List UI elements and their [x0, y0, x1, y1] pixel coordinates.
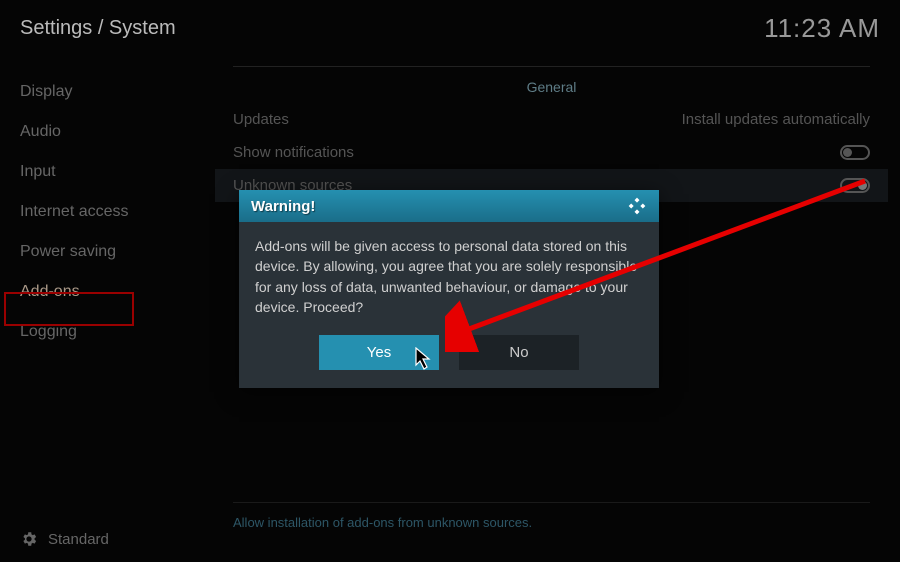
sidebar-item-label: Logging	[20, 323, 77, 340]
sidebar-item-internet-access[interactable]: Internet access	[0, 192, 215, 232]
setting-label: Show notifications	[233, 144, 354, 161]
sidebar-item-label: Add-ons	[20, 283, 80, 300]
setting-value: Install updates automatically	[682, 111, 870, 128]
sidebar-item-label: Audio	[20, 123, 61, 140]
divider	[233, 66, 870, 67]
kodi-icon	[627, 196, 647, 216]
setting-updates[interactable]: Updates Install updates automatically	[215, 103, 888, 136]
sidebar-item-label: Power saving	[20, 243, 116, 260]
toggle-off-icon[interactable]	[840, 145, 870, 160]
sidebar-item-audio[interactable]: Audio	[0, 112, 215, 152]
clock: 11:23 AM	[764, 13, 880, 44]
gear-icon	[20, 530, 38, 548]
sidebar-item-input[interactable]: Input	[0, 152, 215, 192]
toggle-on-icon[interactable]	[840, 178, 870, 193]
dialog-title: Warning!	[251, 198, 315, 215]
dialog-header: Warning!	[239, 190, 659, 222]
sidebar-item-power-saving[interactable]: Power saving	[0, 232, 215, 272]
dialog-body: Add-ons will be given access to personal…	[239, 222, 659, 329]
setting-label: Updates	[233, 111, 289, 128]
sidebar: Display Audio Input Internet access Powe…	[0, 52, 215, 562]
breadcrumb: Settings / System	[20, 17, 176, 40]
no-button[interactable]: No	[459, 335, 579, 370]
settings-level-button[interactable]: Standard	[0, 516, 215, 562]
setting-show-notifications[interactable]: Show notifications	[215, 136, 888, 169]
sidebar-item-label: Display	[20, 83, 72, 100]
sidebar-item-label: Internet access	[20, 203, 129, 220]
sidebar-item-logging[interactable]: Logging	[0, 312, 215, 352]
footer-hint: Allow installation of add-ons from unkno…	[215, 511, 888, 534]
sidebar-item-display[interactable]: Display	[0, 72, 215, 112]
divider	[233, 502, 870, 503]
warning-dialog: Warning! Add-ons will be given access to…	[239, 190, 659, 388]
yes-button[interactable]: Yes	[319, 335, 439, 370]
settings-level-label: Standard	[48, 531, 109, 548]
sidebar-item-addons[interactable]: Add-ons	[0, 272, 215, 312]
section-header: General	[215, 77, 888, 103]
sidebar-item-label: Input	[20, 163, 56, 180]
